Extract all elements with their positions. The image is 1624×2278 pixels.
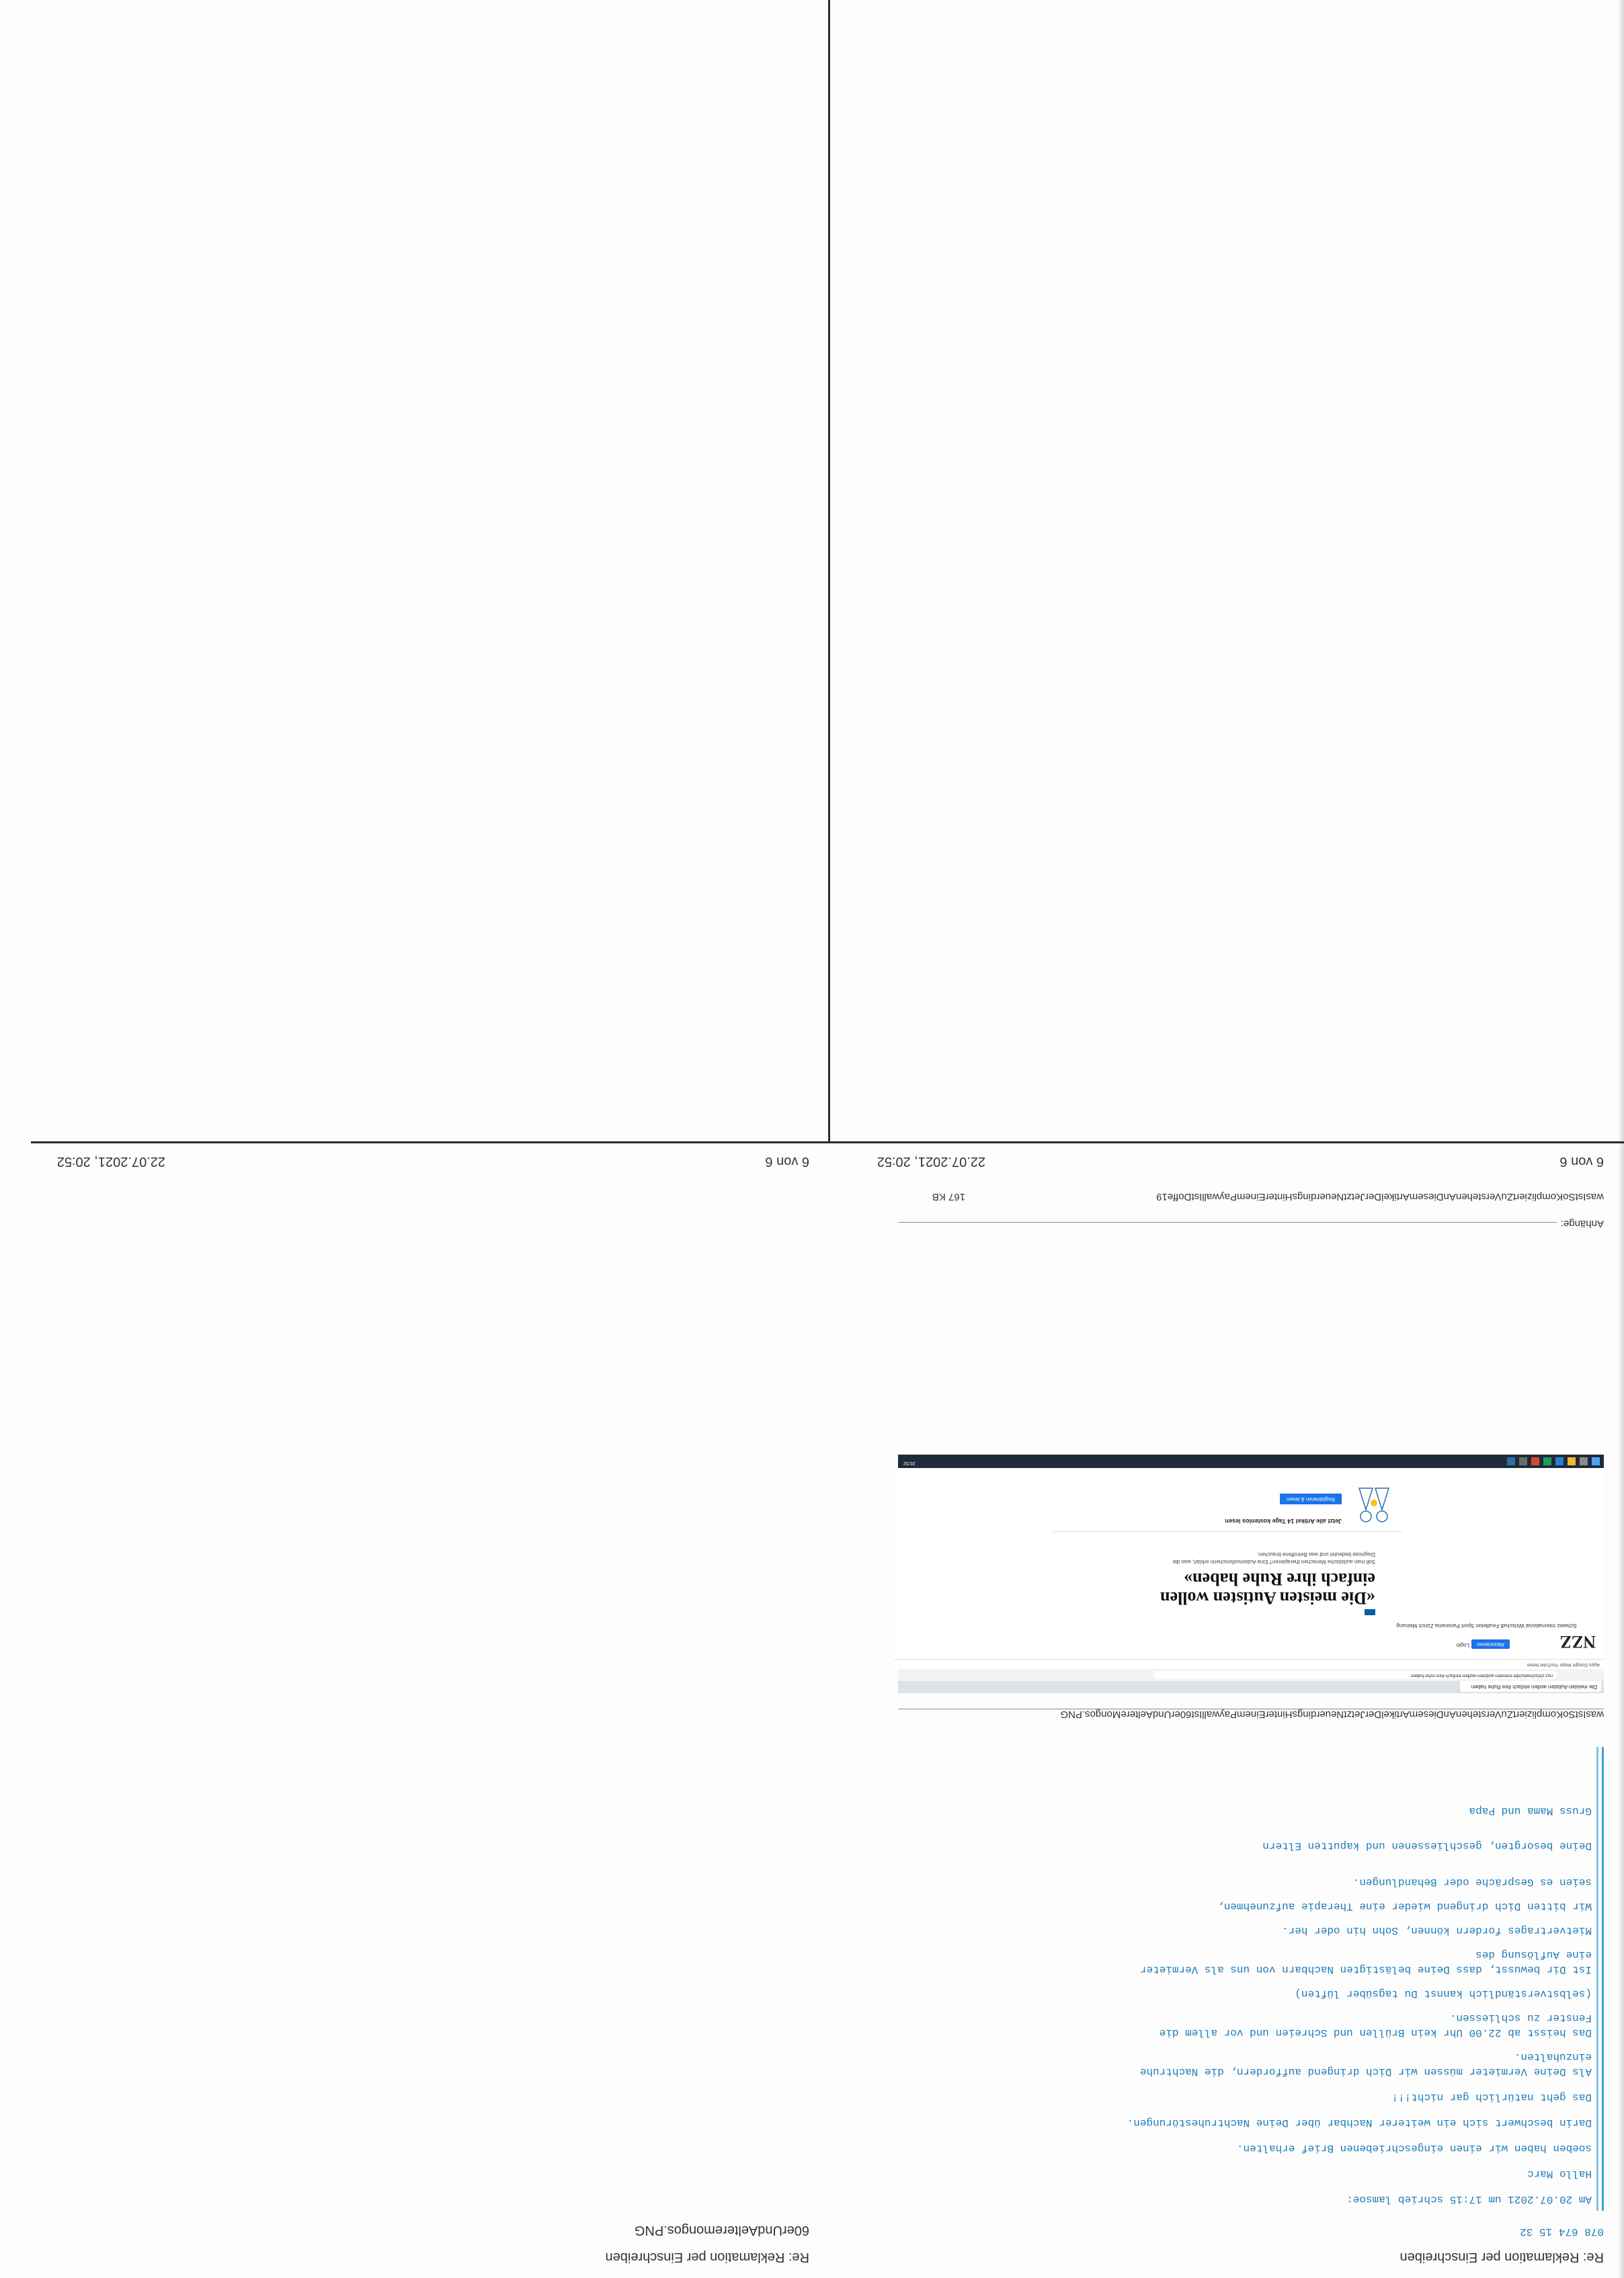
phone-number: 078 674 15 32 [1520, 2226, 1604, 2238]
scanner-edge-shadow [1617, 0, 1624, 2278]
login-link: Login [1456, 1642, 1469, 1648]
site-nav: Schweiz International Wirtschaft Feuille… [1396, 1623, 1577, 1629]
scanned-page: Re: Reklamation per Einschreiben 60erUnd… [0, 0, 1624, 2278]
email-line: soeben haben wir einen eingeschriebenen … [1236, 2142, 1592, 2154]
subscribe-button: Abonnieren [1471, 1639, 1510, 1649]
page-divider-vertical [828, 0, 830, 1143]
folder-icon [1568, 1457, 1576, 1465]
email-line: Wir bitten Dich dringend wieder eine The… [1217, 1900, 1592, 1912]
email-line: Hallo Marc [1527, 2168, 1592, 2180]
article-badge [1365, 1609, 1375, 1615]
embedded-screenshot: Die meisten Autisten wollen einfach ihre… [894, 1455, 1604, 1693]
page-divider-horizontal [31, 1141, 1624, 1143]
start-icon [1592, 1457, 1600, 1465]
header-subject: Re: Reklamation per Einschreiben [1399, 2250, 1605, 2265]
attachments-label: Anhänge: [1560, 1218, 1604, 1229]
email-line: Das geht natürlich gar nicht!!! [1391, 2091, 1592, 2103]
email-line: eine Auflösung des [1475, 1949, 1592, 1961]
excel-icon [1543, 1457, 1551, 1465]
attachments-separator [898, 1222, 1557, 1223]
promo-title: Jetzt alle Artikel 14 Tage kostenlos les… [1225, 1518, 1342, 1524]
browser-tab-strip: Die meisten Autisten wollen einfach ihre… [898, 1681, 1604, 1693]
site-logo: NZZ [1559, 1632, 1596, 1652]
outlook-icon [1507, 1457, 1515, 1465]
attachment-name: 60erUndAelteremongos.PNG [634, 2223, 809, 2238]
attachment-size: 167 KB [932, 1191, 965, 1203]
browser-tab: Die meisten Autisten wollen einfach ihre… [1460, 1681, 1601, 1692]
article-headline: «Die meisten Autisten wollen einfach ihr… [1160, 1570, 1375, 1608]
email-line: Mietvertrages fordern können, Sohn hin o… [1282, 1924, 1592, 1937]
search-icon [1580, 1457, 1588, 1465]
promo-button: Registrieren & lesen [1279, 1494, 1342, 1504]
email-line: einzuhalten. [1514, 2051, 1592, 2063]
email-line: Ist Dir bewusst, dass Deine belästigten … [1139, 1963, 1592, 1976]
promo-box: Jetzt alle Artikel 14 Tage kostenlos les… [1053, 1477, 1402, 1532]
email-line: Als Deine Vermieter müssen wir Dich drin… [1139, 2066, 1592, 2078]
article-lead: Soll man autistische Menschen therapiere… [1172, 1551, 1375, 1565]
email-line: seien es Gespräche oder Behandlungen. [1352, 1876, 1592, 1888]
footer-page-number: 6 von 6 [1559, 1154, 1604, 1169]
email-line: Fenster zu schliessen. [1449, 2012, 1592, 2024]
chrome-icon [1531, 1457, 1539, 1465]
email-line: Gruss Mama und Papa [1469, 1805, 1592, 1817]
quote-bar [1602, 1747, 1604, 2211]
header-subject: Re: Reklamation per Einschreiben [605, 2250, 810, 2265]
attachment-name: wasIstSoKompliziertZuVerstehenAnDiesemAr… [1156, 1191, 1604, 1203]
word-icon [1555, 1457, 1564, 1465]
taskbar-clock: 20:52 [903, 1461, 916, 1465]
email-line: Darin beschwert sich ein weiterer Nachba… [1127, 2117, 1592, 2129]
email-line: (selbstverständlich kannst Du tagsüber l… [1295, 1988, 1592, 2000]
app-icon [1519, 1457, 1527, 1465]
footer-date: 22.07.2021, 20:52 [56, 1154, 165, 1169]
address-bar: nzz.ch/schweiz/die-meisten-autisten-woll… [1153, 1671, 1557, 1679]
attachment-name: wasIstSoKompliziertZuVerstehenAnDiesemAr… [1060, 1709, 1604, 1720]
bookmarks-bar: Apps Google Maps YouTube News [894, 1659, 1604, 1669]
quote-bar [1596, 1747, 1598, 2211]
email-line: Deine besorgten, geschliessenen und kapu… [1262, 1840, 1592, 1852]
footer-page-number: 6 von 6 [765, 1154, 809, 1169]
windows-taskbar: 20:52 [898, 1455, 1604, 1468]
illustration-icon [1358, 1488, 1390, 1522]
email-line: Am 20.07.2021 um 17:15 schrieb lamsoe: [1346, 2193, 1592, 2205]
email-line: Das heisst ab 22.00 Uhr kein Brüllen und… [1159, 2027, 1592, 2039]
footer-date: 22.07.2021, 20:52 [877, 1154, 985, 1169]
